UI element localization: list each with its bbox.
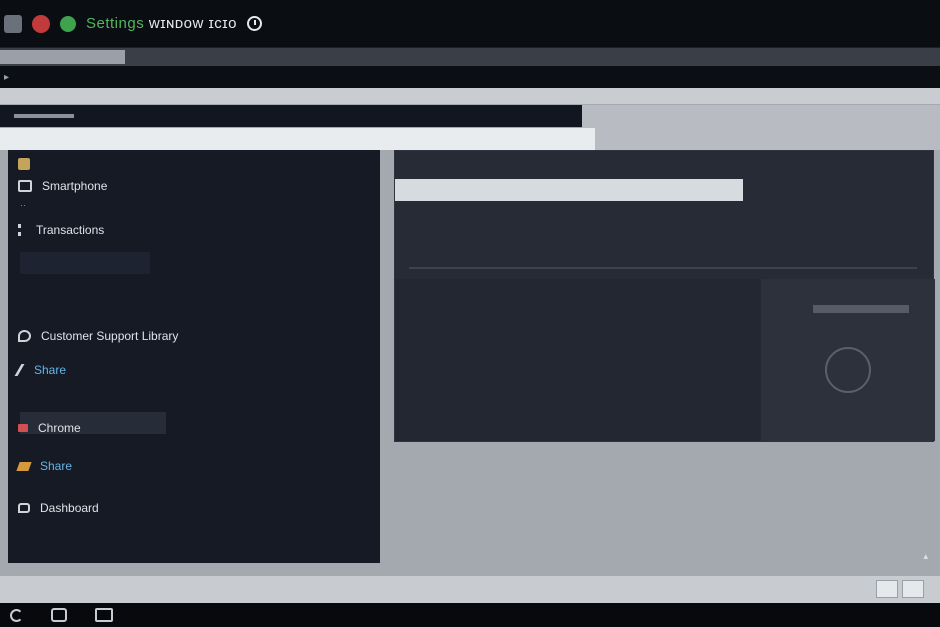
sidebar-item-label: Chrome <box>38 421 81 435</box>
right-gray-area <box>582 105 940 150</box>
panel-content-area <box>395 279 761 441</box>
refresh-icon[interactable] <box>10 608 23 622</box>
sidebar-item-share-2[interactable]: Share <box>8 454 72 478</box>
header-progress-bar <box>14 114 74 118</box>
window-title: Settings ᴡɪɴᴅᴏᴡ ɪᴄɪᴏ <box>86 15 237 32</box>
flag-icon <box>18 424 28 432</box>
tag-icon <box>16 461 32 471</box>
bottom-button-1[interactable] <box>876 580 898 598</box>
clock-icon <box>246 16 262 31</box>
maximize-icon[interactable] <box>60 15 76 32</box>
workspace: Smartphone ·· Transactions Customer Supp… <box>0 88 940 603</box>
taskbar <box>0 603 940 627</box>
avatar-placeholder-icon <box>825 347 871 393</box>
main-panel <box>394 150 935 442</box>
menu-icon[interactable] <box>4 14 22 33</box>
tab-strip <box>0 48 940 66</box>
sidebar-item-folder[interactable] <box>8 152 40 176</box>
workspace-top-strip <box>0 88 940 104</box>
message-icon <box>18 503 30 513</box>
address-bar-text: ▸ <box>4 71 10 83</box>
pin-icon <box>14 364 28 376</box>
bottom-button-2[interactable] <box>902 580 924 598</box>
sidebar-item-label: Share <box>40 459 73 473</box>
sidebar-item-label: Transactions <box>36 223 105 237</box>
sidebar: Smartphone ·· Transactions Customer Supp… <box>8 150 380 563</box>
panel-title <box>395 179 743 201</box>
search-strip[interactable] <box>0 128 595 150</box>
sidebar-item-label: Customer Support Library <box>41 329 179 343</box>
left-header <box>0 105 582 127</box>
bottom-strip <box>0 576 940 603</box>
address-bar[interactable]: ▸ <box>0 66 940 88</box>
sidebar-sub-label: ·· <box>20 200 26 210</box>
sidebar-item-smartphone[interactable]: Smartphone <box>8 174 107 198</box>
sidebar-item-transactions[interactable]: Transactions <box>8 218 104 242</box>
sidebar-item-label: Dashboard <box>40 501 99 515</box>
scroll-corner-icon[interactable]: ▴ <box>923 551 928 562</box>
swap-icon[interactable] <box>51 608 67 622</box>
window-title-prefix: Settings <box>86 15 145 32</box>
side-placeholder-bar <box>813 305 909 313</box>
list-icon <box>18 224 26 236</box>
sidebar-item-dashboard[interactable]: Dashboard <box>8 496 99 520</box>
window-icon[interactable] <box>95 608 113 622</box>
chat-icon <box>18 330 31 342</box>
title-bar: Settings ᴡɪɴᴅᴏᴡ ɪᴄɪᴏ <box>0 0 940 48</box>
tab-active[interactable] <box>0 50 125 64</box>
close-icon[interactable] <box>32 14 50 33</box>
sidebar-item-share[interactable]: Share <box>8 358 66 382</box>
sidebar-item-chrome[interactable]: Chrome <box>8 416 81 440</box>
device-icon <box>18 180 32 192</box>
panel-divider <box>409 267 917 269</box>
panel-side-area <box>761 279 935 441</box>
sidebar-filter-input[interactable] <box>20 252 150 274</box>
sidebar-item-label: Share <box>34 363 67 377</box>
window-title-rest: ᴡɪɴᴅᴏᴡ ɪᴄɪᴏ <box>148 15 237 32</box>
folder-icon <box>18 158 30 170</box>
sidebar-item-label: Smartphone <box>42 179 108 193</box>
sidebar-item-customer-support-library[interactable]: Customer Support Library <box>8 324 178 348</box>
